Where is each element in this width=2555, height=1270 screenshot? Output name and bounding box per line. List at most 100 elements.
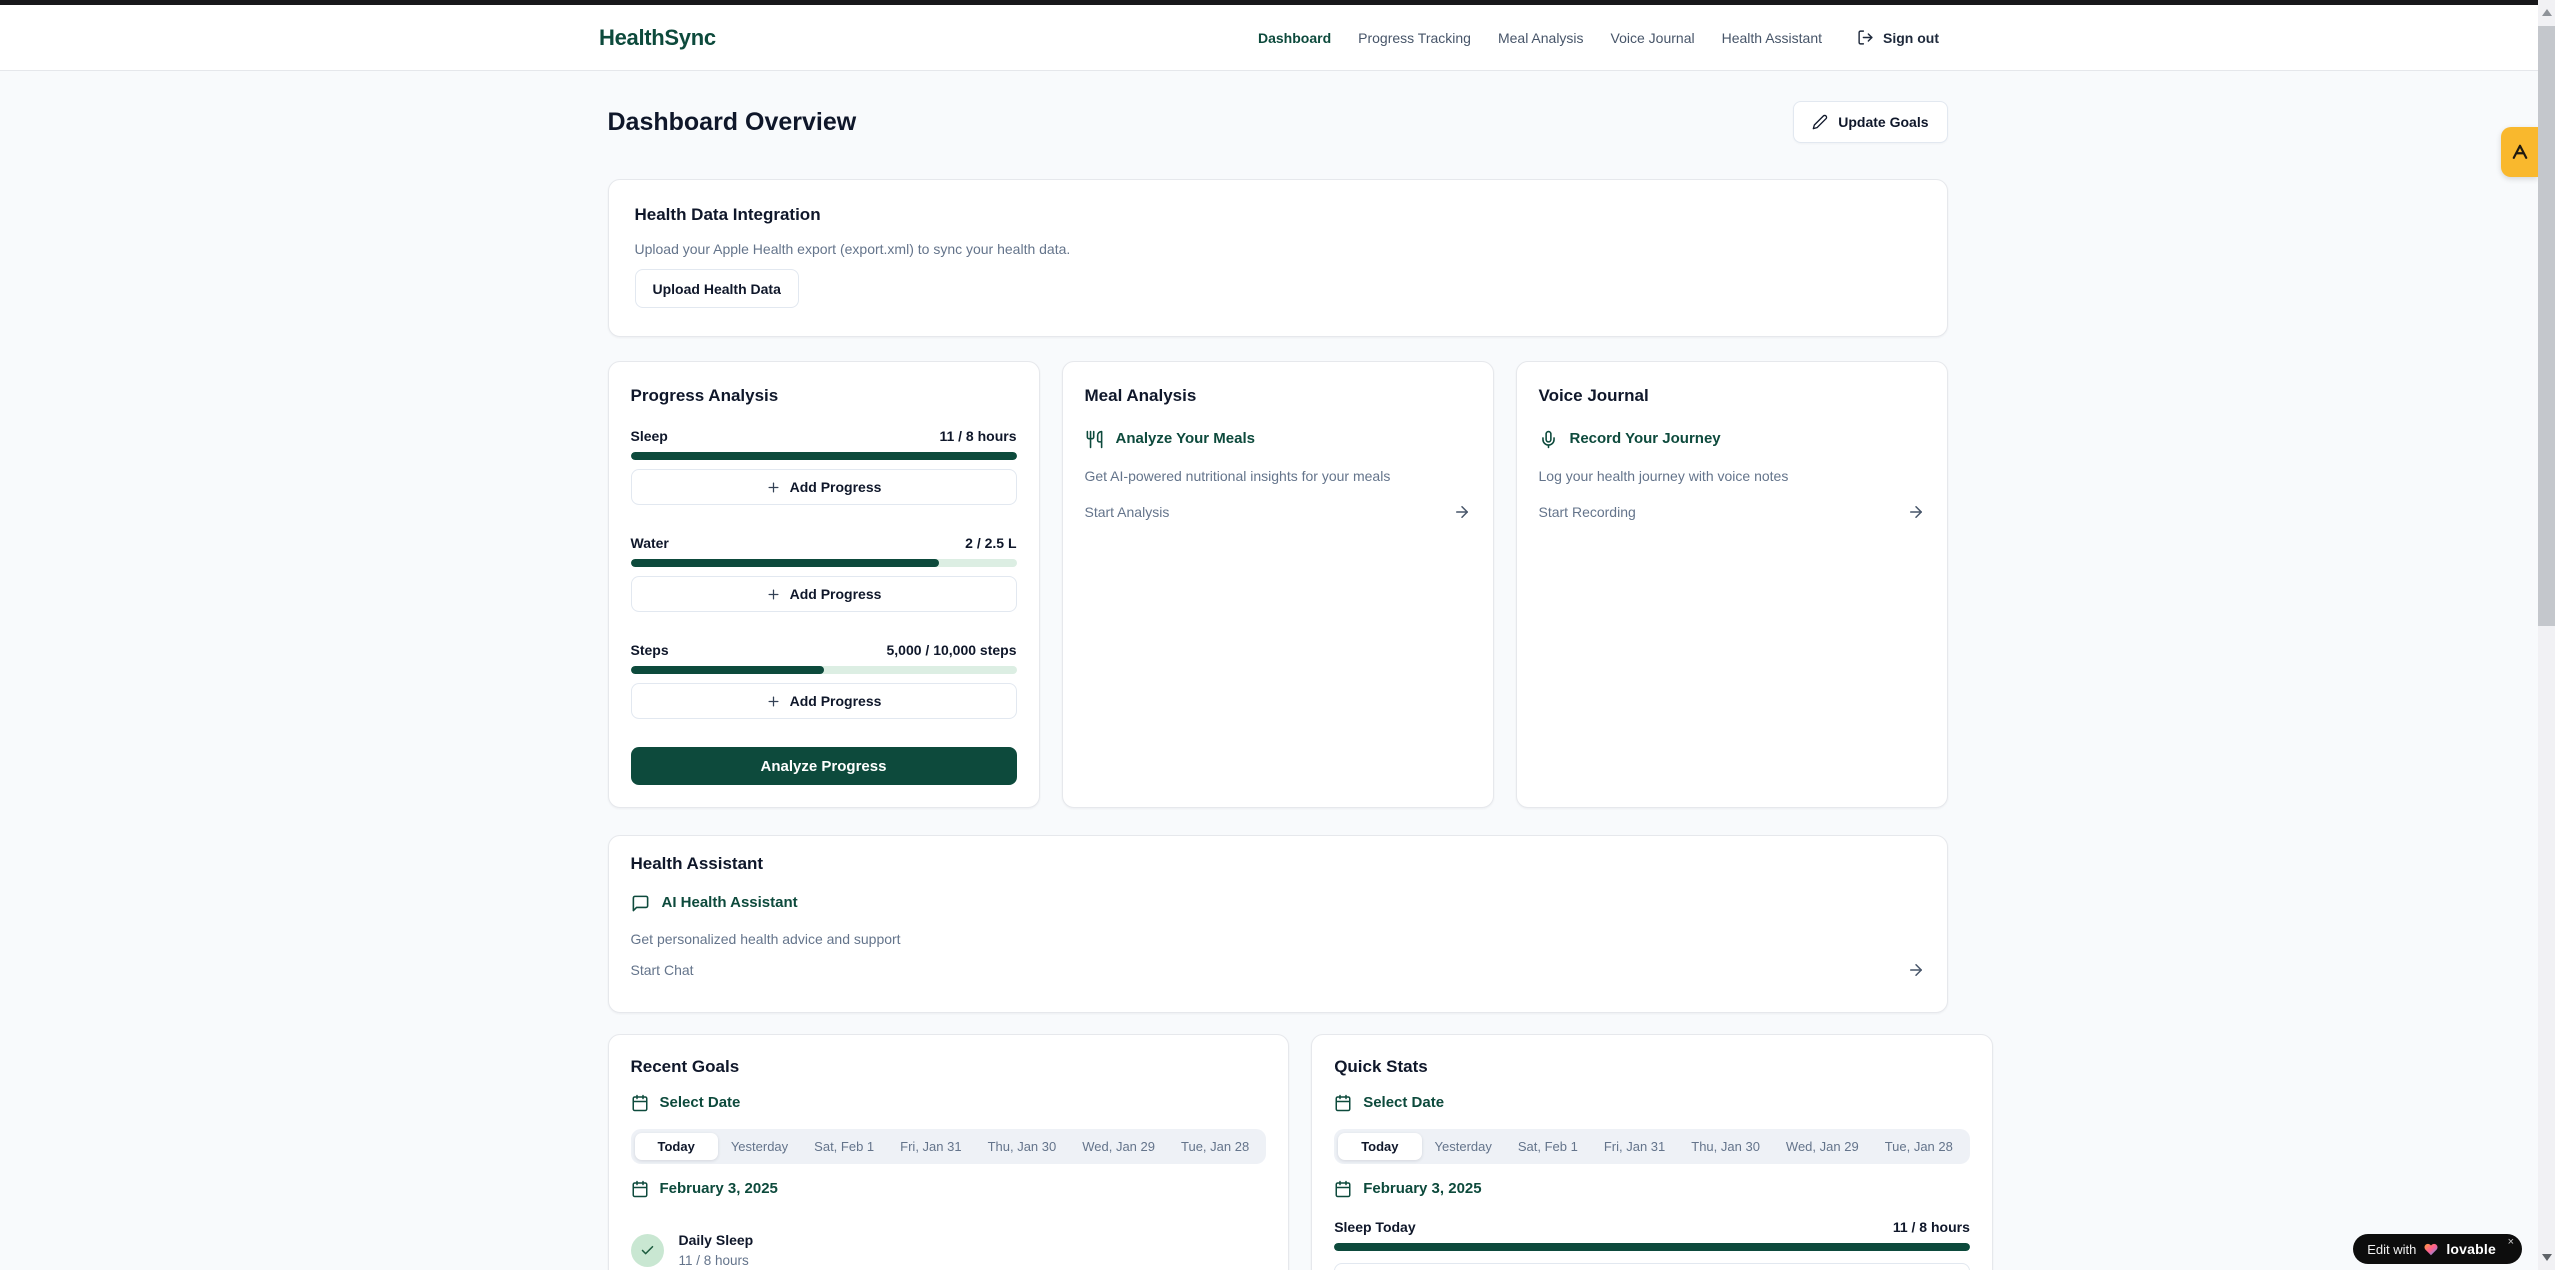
goal-item-daily-sleep: Daily Sleep 11 / 8 hours (631, 1231, 1267, 1270)
scrollbar-up-arrow[interactable] (2538, 4, 2555, 21)
progress-bar (631, 559, 1017, 567)
nav-health-assistant[interactable]: Health Assistant (1722, 30, 1822, 46)
start-chat-row[interactable]: Start Chat (631, 960, 1925, 980)
metric-label: Water (631, 533, 669, 553)
arrow-right-icon (1453, 503, 1471, 521)
analyze-your-meals-label: Analyze Your Meals (1116, 426, 1256, 452)
add-progress-water-button[interactable]: Add Progress (631, 576, 1017, 612)
health-assistant-card: Health Assistant AI Health Assistant Get… (608, 835, 1948, 1013)
stats-metric-label: Sleep Today (1334, 1217, 1415, 1237)
dashboard-main: Dashboard Overview Update Goals Health D… (608, 0, 1948, 1270)
plus-icon (766, 587, 781, 602)
goal-value: 11 / 8 hours (679, 1252, 754, 1270)
meal-analysis-card: Meal Analysis Analyze Your Meals Get AI-… (1062, 361, 1494, 808)
metric-value: 2 / 2.5 L (965, 533, 1016, 553)
analyze-your-meals-link[interactable]: Analyze Your Meals (1085, 426, 1471, 452)
tab-yesterday[interactable]: Yesterday (1422, 1133, 1505, 1160)
goals-current-date[interactable]: February 3, 2025 (631, 1177, 1267, 1201)
integration-title: Health Data Integration (635, 203, 1921, 227)
app-header: HealthSync Dashboard Progress Tracking M… (0, 5, 2538, 71)
calendar-icon (1334, 1094, 1352, 1112)
tab-thu-jan-30[interactable]: Thu, Jan 30 (975, 1133, 1070, 1160)
stats-date-tabs: Today Yesterday Sat, Feb 1 Fri, Jan 31 T… (1334, 1129, 1970, 1164)
nav-meal-analysis[interactable]: Meal Analysis (1498, 30, 1584, 46)
progress-bar-fill (631, 559, 940, 567)
tab-today[interactable]: Today (1338, 1133, 1421, 1160)
nav-progress-tracking[interactable]: Progress Tracking (1358, 30, 1471, 46)
badge-close-icon[interactable]: × (2508, 1237, 2514, 1248)
tab-sat-feb-1[interactable]: Sat, Feb 1 (1505, 1133, 1591, 1160)
scrollbar-thumb[interactable] (2538, 26, 2555, 626)
metric-value: 11 / 8 hours (939, 426, 1016, 446)
arrow-right-icon (1907, 961, 1925, 979)
tab-fri-jan-31[interactable]: Fri, Jan 31 (887, 1133, 974, 1160)
start-chat-label: Start Chat (631, 960, 694, 980)
start-recording-row[interactable]: Start Recording (1539, 502, 1925, 522)
scrollbar-down-arrow[interactable] (2538, 1249, 2555, 1266)
a-frame-logo-icon (2510, 142, 2530, 162)
tab-today[interactable]: Today (635, 1133, 718, 1160)
analyze-progress-button[interactable]: Analyze Progress (631, 747, 1017, 785)
plus-icon (766, 694, 781, 709)
upload-health-data-button[interactable]: Upload Health Data (635, 269, 799, 308)
calendar-icon (1334, 1180, 1352, 1198)
check-icon (640, 1243, 655, 1258)
progress-bar (631, 452, 1017, 460)
stats-current-date[interactable]: February 3, 2025 (1334, 1177, 1970, 1201)
tab-fri-jan-31[interactable]: Fri, Jan 31 (1591, 1133, 1678, 1160)
metric-value: 5,000 / 10,000 steps (887, 640, 1017, 660)
progress-bar-fill (631, 666, 824, 674)
heart-icon (2423, 1242, 2439, 1257)
progress-title: Progress Analysis (631, 384, 1017, 408)
nav-dashboard[interactable]: Dashboard (1258, 30, 1331, 46)
nav-voice-journal[interactable]: Voice Journal (1611, 30, 1695, 46)
metric-steps: Steps 5,000 / 10,000 steps Add Progress (631, 640, 1017, 719)
tab-tue-jan-28[interactable]: Tue, Jan 28 (1168, 1133, 1262, 1160)
add-progress-sleep-button[interactable]: Add Progress (631, 469, 1017, 505)
tab-wed-jan-29[interactable]: Wed, Jan 29 (1069, 1133, 1168, 1160)
page-scrollbar[interactable] (2538, 0, 2555, 1270)
record-your-journey-label: Record Your Journey (1570, 426, 1721, 452)
main-nav: Dashboard Progress Tracking Meal Analysi… (1258, 29, 1939, 46)
record-your-journey-link[interactable]: Record Your Journey (1539, 426, 1925, 452)
metric-label: Sleep (631, 426, 668, 446)
add-progress-label: Add Progress (790, 693, 882, 709)
app-logo[interactable]: HealthSync (599, 25, 716, 51)
voice-description: Log your health journey with voice notes (1539, 466, 1925, 486)
tab-tue-jan-28[interactable]: Tue, Jan 28 (1872, 1133, 1966, 1160)
progress-bar (631, 666, 1017, 674)
quick-stats-card: Quick Stats Select Date Today Yesterday … (1311, 1034, 1993, 1270)
metric-label: Steps (631, 640, 669, 660)
stats-metric-value: 11 / 8 hours (1893, 1217, 1970, 1237)
start-recording-label: Start Recording (1539, 502, 1636, 522)
ai-health-assistant-link[interactable]: AI Health Assistant (631, 890, 1925, 916)
meal-description: Get AI-powered nutritional insights for … (1085, 466, 1471, 486)
goal-name: Daily Sleep (679, 1231, 754, 1249)
browser-top-strip (0, 0, 2538, 5)
utensils-icon (1085, 430, 1104, 449)
tab-sat-feb-1[interactable]: Sat, Feb 1 (801, 1133, 887, 1160)
progress-bar (1334, 1243, 1970, 1251)
progress-bar-fill (1334, 1243, 1970, 1251)
edit-with-lovable-badge[interactable]: Edit with lovable × (2353, 1234, 2522, 1264)
add-progress-steps-button[interactable]: Add Progress (631, 683, 1017, 719)
goals-select-date-button[interactable]: Select Date (631, 1091, 1267, 1115)
badge-brand: lovable (2446, 1241, 2496, 1257)
tab-yesterday[interactable]: Yesterday (718, 1133, 801, 1160)
stats-add-progress-button[interactable]: Add Progress (1334, 1263, 1970, 1270)
health-data-integration-card: Health Data Integration Upload your Appl… (608, 179, 1948, 337)
plus-icon (766, 480, 781, 495)
add-progress-label: Add Progress (790, 586, 882, 602)
update-goals-button[interactable]: Update Goals (1793, 101, 1947, 143)
stats-select-date-button[interactable]: Select Date (1334, 1091, 1970, 1115)
badge-prefix: Edit with (2367, 1242, 2416, 1257)
tab-wed-jan-29[interactable]: Wed, Jan 29 (1773, 1133, 1872, 1160)
amber-extension-button[interactable] (2501, 127, 2538, 177)
calendar-icon (631, 1180, 649, 1198)
add-progress-label: Add Progress (790, 479, 882, 495)
tab-thu-jan-30[interactable]: Thu, Jan 30 (1678, 1133, 1773, 1160)
sign-out-button[interactable]: Sign out (1857, 29, 1939, 46)
chat-bubble-icon (631, 894, 650, 913)
start-analysis-row[interactable]: Start Analysis (1085, 502, 1471, 522)
goal-complete-badge (631, 1234, 664, 1267)
